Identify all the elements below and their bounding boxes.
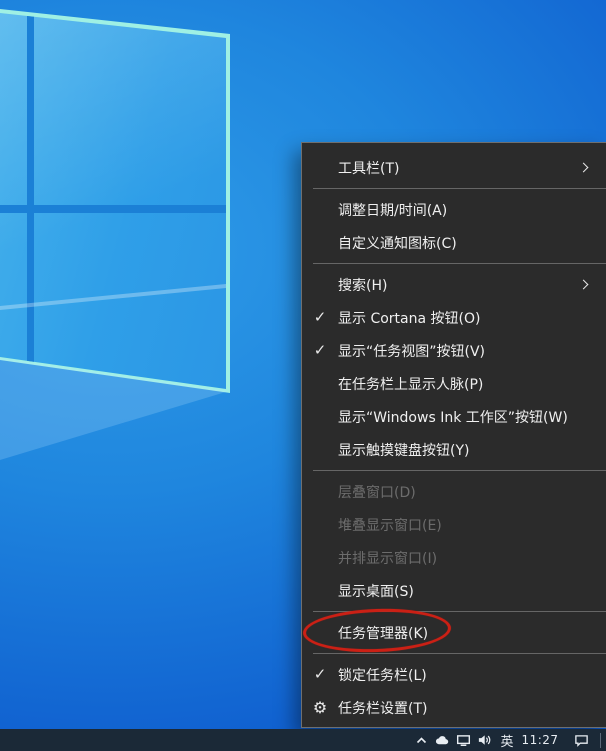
menu-item-show-cortana-button[interactable]: ✓显示 Cortana 按钮(O) <box>302 301 606 334</box>
menu-item-label: 搜索(H) <box>338 275 580 295</box>
menu-item-taskbar-settings[interactable]: ⚙任务栏设置(T) <box>302 691 606 724</box>
gear-icon: ⚙ <box>302 700 338 716</box>
menu-separator <box>313 611 606 612</box>
menu-item-toolbars[interactable]: 工具栏(T) <box>302 151 606 184</box>
windows-logo <box>0 0 240 480</box>
menu-item-label: 层叠窗口(D) <box>338 482 594 502</box>
logo-pane-divider-horizontal <box>0 205 240 213</box>
menu-item-customize-notification-icons[interactable]: 自定义通知图标(C) <box>302 226 606 259</box>
ime-indicator[interactable]: 英 <box>495 729 519 751</box>
menu-item-label: 任务管理器(K) <box>338 623 594 643</box>
clock[interactable]: 11:27 <box>519 729 561 751</box>
menu-item-label: 在任务栏上显示人脉(P) <box>338 374 594 394</box>
menu-item-label: 显示桌面(S) <box>338 581 594 601</box>
taskbar-context-menu: 工具栏(T)调整日期/时间(A)自定义通知图标(C)搜索(H)✓显示 Corta… <box>301 142 606 728</box>
menu-item-label: 堆叠显示窗口(E) <box>338 515 594 535</box>
checkmark-icon: ✓ <box>302 310 338 325</box>
submenu-arrow-icon <box>579 163 589 173</box>
menu-item-label: 任务栏设置(T) <box>338 698 594 718</box>
menu-item-label: 锁定任务栏(L) <box>338 665 594 685</box>
menu-item-label: 自定义通知图标(C) <box>338 233 594 253</box>
menu-item-label: 并排显示窗口(I) <box>338 548 594 568</box>
menu-separator <box>313 263 606 264</box>
show-desktop-edge[interactable] <box>600 733 601 748</box>
checkmark-icon: ✓ <box>302 343 338 358</box>
network-icon[interactable] <box>453 729 474 751</box>
screen: 工具栏(T)调整日期/时间(A)自定义通知图标(C)搜索(H)✓显示 Corta… <box>0 0 606 751</box>
volume-icon[interactable] <box>474 729 495 751</box>
menu-item-show-windows-side-by-side: 并排显示窗口(I) <box>302 541 606 574</box>
menu-item-show-touch-keyboard-button[interactable]: 显示触摸键盘按钮(Y) <box>302 433 606 466</box>
menu-item-adjust-date-time[interactable]: 调整日期/时间(A) <box>302 193 606 226</box>
action-center-icon[interactable] <box>571 729 592 751</box>
submenu-arrow-icon <box>579 280 589 290</box>
menu-item-cascade-windows: 层叠窗口(D) <box>302 475 606 508</box>
menu-item-label: 调整日期/时间(A) <box>338 200 594 220</box>
menu-item-show-windows-ink-workspace-button[interactable]: 显示“Windows Ink 工作区”按钮(W) <box>302 400 606 433</box>
system-tray: 英11:27 <box>411 729 606 751</box>
menu-item-show-windows-stacked: 堆叠显示窗口(E) <box>302 508 606 541</box>
menu-item-task-manager[interactable]: 任务管理器(K) <box>302 616 606 649</box>
hidden-icons-chevron-icon[interactable] <box>411 729 432 751</box>
menu-item-lock-taskbar[interactable]: ✓锁定任务栏(L) <box>302 658 606 691</box>
menu-item-label: 显示 Cortana 按钮(O) <box>338 308 594 328</box>
menu-separator <box>313 653 606 654</box>
menu-item-show-people-on-taskbar[interactable]: 在任务栏上显示人脉(P) <box>302 367 606 400</box>
taskbar: 英11:27 <box>0 729 606 751</box>
menu-separator <box>313 188 606 189</box>
onedrive-cloud-icon[interactable] <box>432 729 453 751</box>
menu-item-label: 显示触摸键盘按钮(Y) <box>338 440 594 460</box>
menu-item-label: 显示“任务视图”按钮(V) <box>338 341 594 361</box>
menu-item-label: 显示“Windows Ink 工作区”按钮(W) <box>338 407 594 427</box>
checkmark-icon: ✓ <box>302 667 338 682</box>
menu-item-label: 工具栏(T) <box>338 158 580 178</box>
tray-gap <box>561 729 571 751</box>
menu-item-show-desktop[interactable]: 显示桌面(S) <box>302 574 606 607</box>
menu-separator <box>313 470 606 471</box>
menu-item-search[interactable]: 搜索(H) <box>302 268 606 301</box>
menu-item-show-task-view-button[interactable]: ✓显示“任务视图”按钮(V) <box>302 334 606 367</box>
